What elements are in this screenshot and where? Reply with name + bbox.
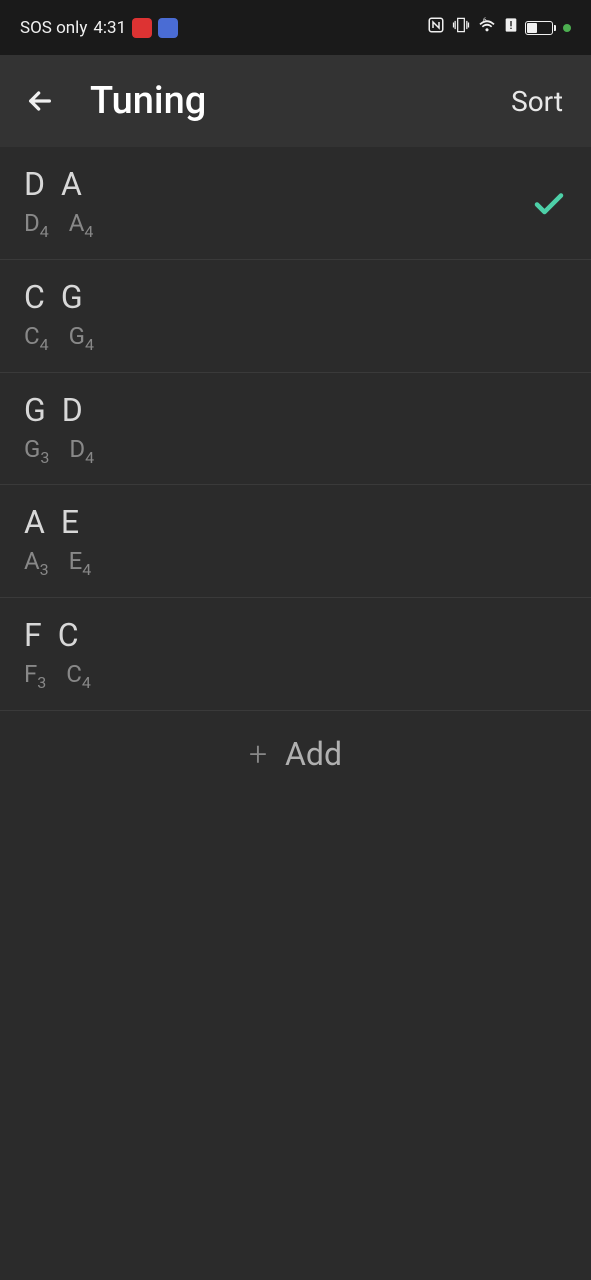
- tuning-notes-secondary: C4G4: [24, 322, 114, 354]
- tuning-list: DA D4A4 CG C4G4 GD G3D4: [0, 147, 591, 797]
- tuning-notes-primary: FC: [24, 616, 111, 654]
- clock: 4:31: [93, 18, 126, 38]
- svg-text:6: 6: [483, 17, 487, 24]
- tuning-notes-secondary: F3C4: [24, 660, 111, 692]
- tuning-item[interactable]: FC F3C4: [0, 598, 591, 711]
- app-icon-red: [132, 18, 152, 38]
- tuning-notes-secondary: A3E4: [24, 547, 111, 579]
- app-icon-blue: [158, 18, 178, 38]
- tuning-content: GD G3D4: [24, 391, 114, 467]
- tuning-notes-primary: DA: [24, 165, 113, 203]
- tuning-item[interactable]: DA D4A4: [0, 147, 591, 260]
- nfc-icon: [427, 16, 445, 39]
- network-status: SOS only: [20, 18, 87, 38]
- tuning-content: AE A3E4: [24, 503, 111, 579]
- back-button[interactable]: [20, 81, 60, 121]
- back-arrow-icon: [24, 85, 56, 117]
- tuning-content: FC F3C4: [24, 616, 111, 692]
- status-right: 6: [427, 15, 571, 40]
- page-title: Tuning: [90, 79, 503, 123]
- tuning-notes-primary: GD: [24, 391, 114, 429]
- status-left: SOS only 4:31: [20, 18, 178, 38]
- tuning-content: DA D4A4: [24, 165, 113, 241]
- sort-button[interactable]: Sort: [503, 77, 571, 126]
- status-bar: SOS only 4:31 6: [0, 0, 591, 55]
- tuning-item[interactable]: GD G3D4: [0, 373, 591, 486]
- tuning-notes-secondary: D4A4: [24, 209, 113, 241]
- tuning-item[interactable]: AE A3E4: [0, 485, 591, 598]
- app-bar: Tuning Sort: [0, 55, 591, 147]
- add-label: Add: [285, 735, 342, 773]
- battery-icon: [525, 21, 553, 35]
- activity-dot-icon: [563, 24, 571, 32]
- tuning-notes-secondary: G3D4: [24, 435, 114, 467]
- checkmark-icon: [531, 185, 567, 221]
- wifi-icon: 6: [477, 17, 497, 38]
- alert-icon: [503, 17, 519, 38]
- tuning-notes-primary: CG: [24, 278, 114, 316]
- add-button[interactable]: + Add: [0, 711, 591, 797]
- plus-icon: +: [249, 735, 267, 773]
- tuning-notes-primary: AE: [24, 503, 111, 541]
- tuning-content: CG C4G4: [24, 278, 114, 354]
- tuning-item[interactable]: CG C4G4: [0, 260, 591, 373]
- vibrate-icon: [451, 15, 471, 40]
